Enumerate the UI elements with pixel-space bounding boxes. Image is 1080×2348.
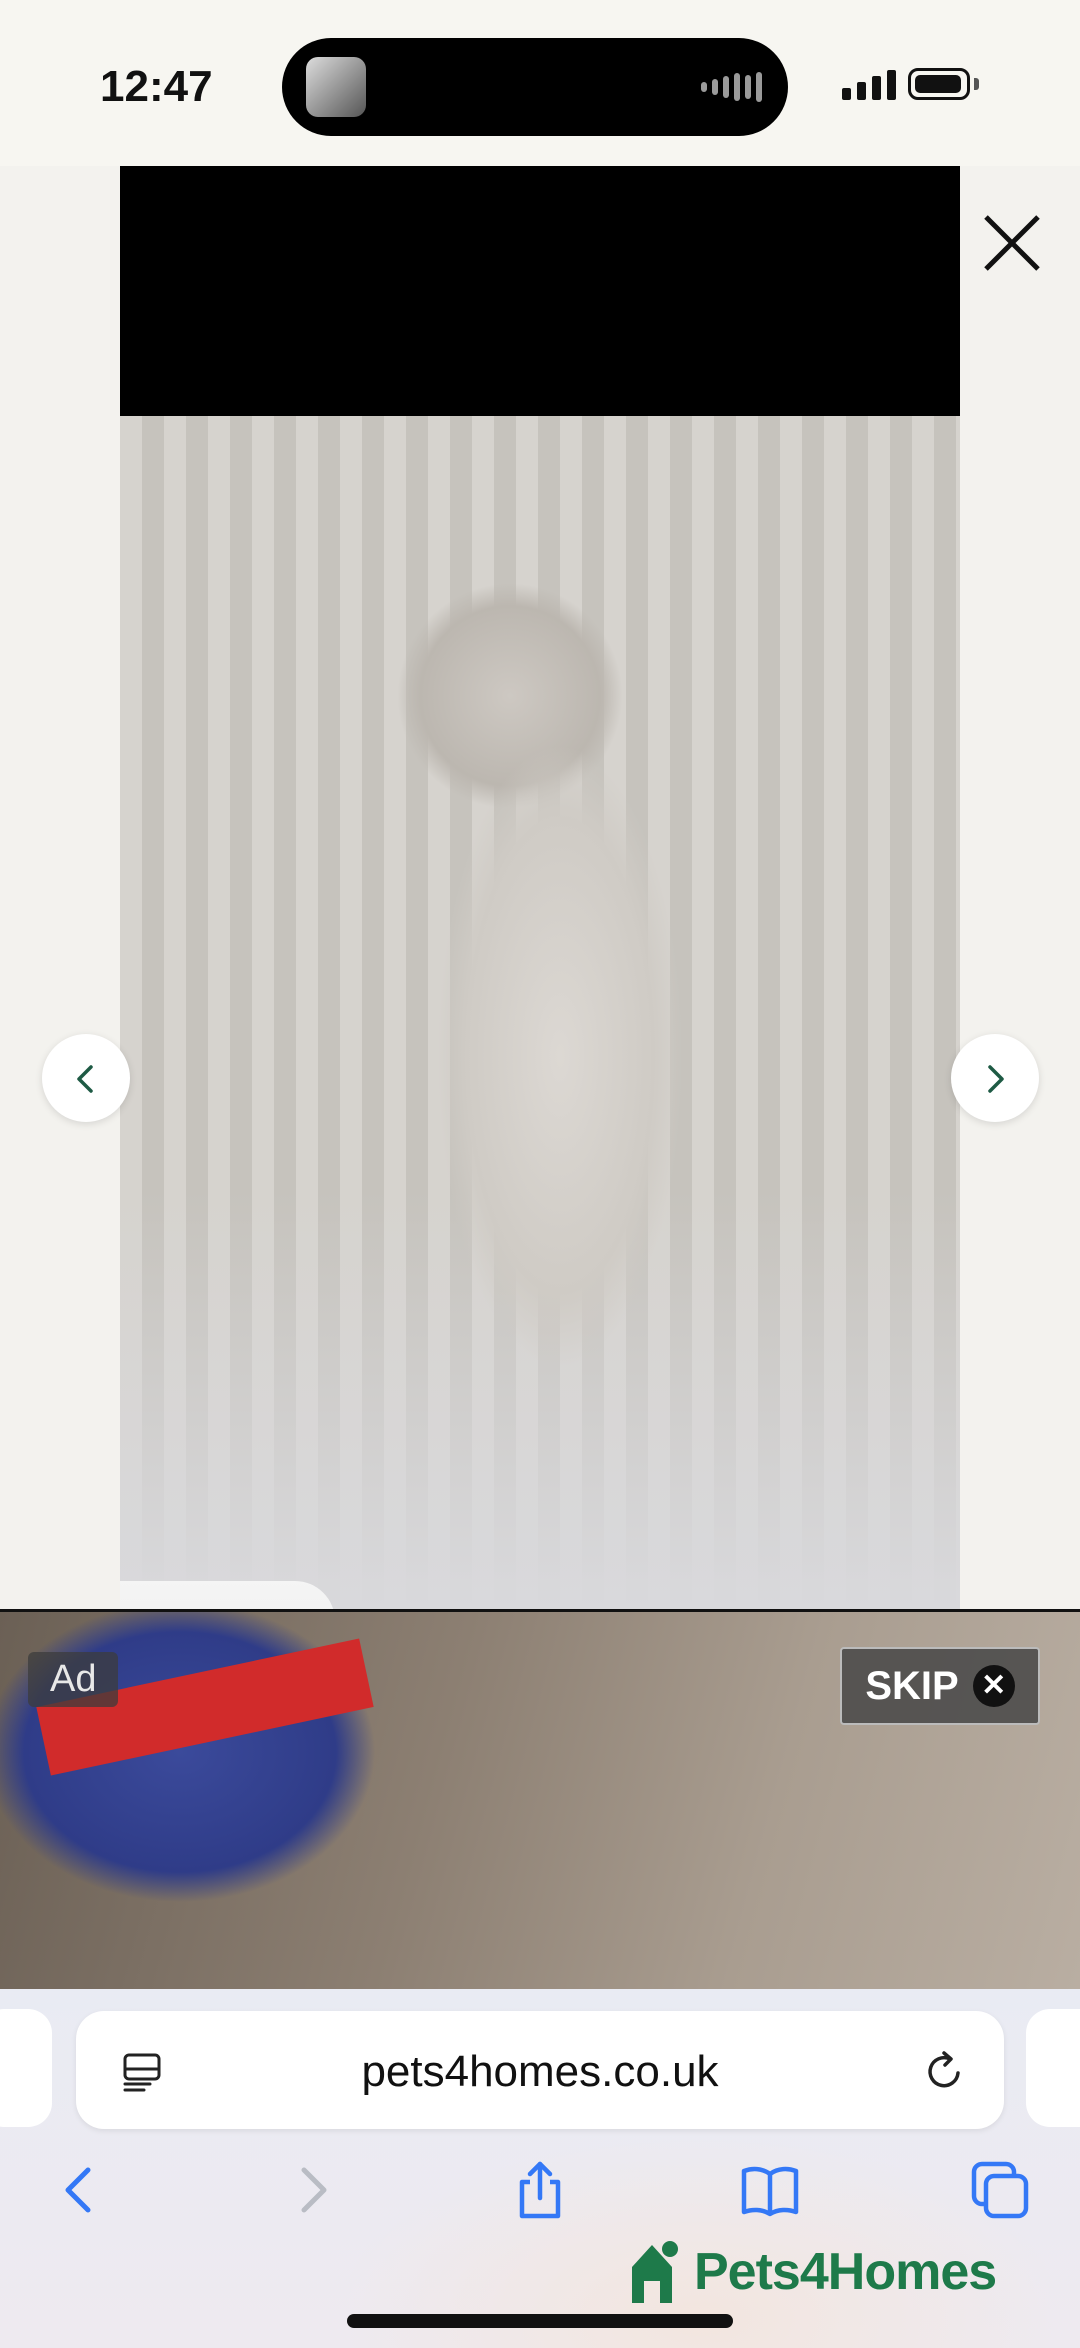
chevron-right-icon <box>988 1064 1004 1093</box>
tabs-icon <box>971 2161 1029 2218</box>
next-tab-peek[interactable] <box>1026 2009 1080 2127</box>
chevron-left-icon <box>77 1064 93 1093</box>
reload-icon[interactable] <box>920 2047 968 2095</box>
now-playing-thumbnail <box>306 57 366 117</box>
previous-photo-button[interactable] <box>42 1034 130 1122</box>
close-icon: ✕ <box>972 1665 1015 1707</box>
cellular-signal-icon <box>842 70 896 100</box>
previous-tab-peek[interactable] <box>0 2009 52 2127</box>
battery-cap <box>974 78 979 90</box>
house-logo-icon <box>632 2241 678 2303</box>
bookmarks-button[interactable] <box>730 2151 810 2231</box>
skip-ad-button[interactable]: SKIP ✕ <box>840 1647 1040 1725</box>
share-icon <box>519 2161 561 2218</box>
bookmarks-icon <box>741 2166 799 2216</box>
forward-icon <box>301 2167 327 2212</box>
address-bar[interactable]: pets4homes.co.uk <box>76 2011 1004 2129</box>
food-bowl <box>120 1581 335 1609</box>
kitten-photo[interactable] <box>120 416 960 1609</box>
navigation-toolbar <box>0 2151 1080 2231</box>
ad-badge: Ad <box>28 1652 119 1707</box>
battery-icon <box>908 68 970 100</box>
close-gallery-button[interactable] <box>966 202 1046 282</box>
next-photo-button[interactable] <box>951 1034 1039 1122</box>
video-ad[interactable]: Ad SKIP ✕ <box>0 1609 1080 1992</box>
browser-toolbar: pets4homes.co.uk Pets4Homes <box>0 1989 1080 2348</box>
status-time: 12:47 <box>100 62 213 111</box>
photo-gallery <box>0 166 1080 1609</box>
audio-waveform-icon <box>701 72 762 102</box>
back-icon <box>65 2167 91 2212</box>
status-bar: 12:47 <box>0 0 1080 166</box>
back-button[interactable] <box>40 2151 120 2231</box>
skip-label: SKIP <box>865 1663 959 1708</box>
forward-button[interactable] <box>272 2151 352 2231</box>
tabs-button[interactable] <box>960 2151 1040 2231</box>
pets4homes-logo[interactable]: Pets4Homes <box>626 2237 997 2307</box>
photo-frame <box>120 166 960 1609</box>
home-indicator[interactable] <box>347 2314 733 2328</box>
close-icon <box>984 215 1040 271</box>
dynamic-island[interactable] <box>282 38 788 136</box>
share-button[interactable] <box>500 2151 580 2231</box>
url-text: pets4homes.co.uk <box>361 2047 719 2096</box>
brand-name: Pets4Homes <box>694 2243 997 2301</box>
